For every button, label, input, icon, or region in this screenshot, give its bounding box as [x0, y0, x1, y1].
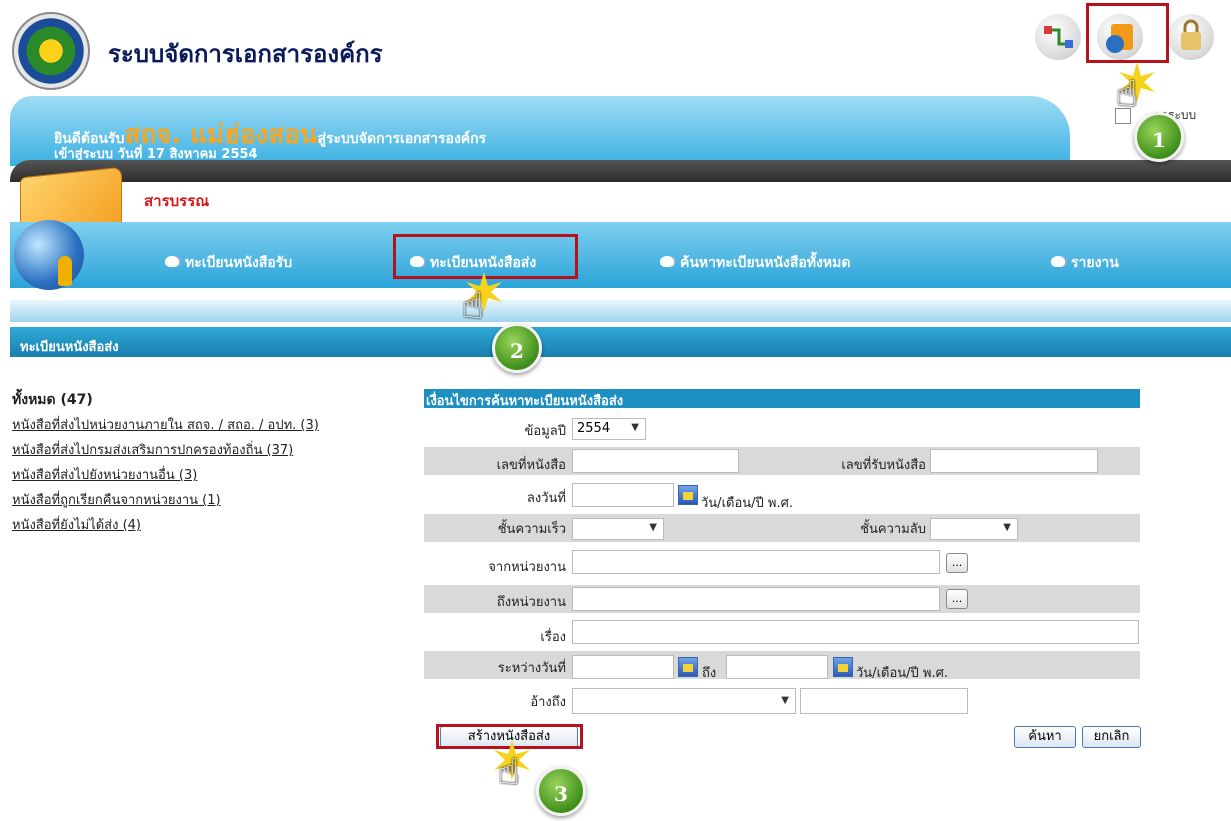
reference-label: อ้างถึง — [530, 695, 566, 710]
calendar-icon[interactable] — [678, 657, 698, 677]
urgency-select[interactable]: ▼ — [572, 518, 664, 540]
subject-label: เรื่อง — [540, 630, 566, 645]
step-badge-3: 3 — [536, 766, 586, 816]
step-badge-1: 1 — [1134, 112, 1184, 162]
chevron-down-icon: ▼ — [649, 522, 657, 533]
step-badge-2: 2 — [492, 323, 542, 373]
search-panel-title: เงื่อนไขการค้นหาทะเบียนหนังสือส่ง — [426, 394, 624, 409]
between-dates-label: ระหว่างวันที่ — [497, 661, 566, 676]
calendar-icon[interactable] — [833, 657, 853, 677]
category-link-internal[interactable]: หนังสือที่ส่งไปหน่วยงานภายใน สถจ. / สถอ.… — [12, 414, 319, 435]
hand-cursor-icon: ☝ — [498, 752, 520, 793]
start-date-input[interactable] — [572, 655, 674, 679]
doc-number-label: เลขที่หนังสือ — [496, 458, 566, 473]
year-label: ข้อมูลปี — [524, 424, 566, 439]
category-link-unsent[interactable]: หนังสือที่ยังไม่ได้ส่ง (4) — [12, 514, 141, 535]
cloud-icon — [165, 256, 179, 267]
secrecy-select[interactable]: ▼ — [930, 518, 1018, 540]
urgency-label: ชั้นความเร็ว — [497, 522, 566, 537]
chevron-down-icon: ▼ — [1003, 522, 1011, 533]
receive-number-input[interactable] — [930, 449, 1098, 473]
search-button[interactable]: ค้นหา — [1014, 726, 1076, 748]
receive-number-label: เลขที่รับหนังสือ — [841, 458, 926, 473]
from-agency-browse-button[interactable]: ... — [946, 553, 968, 573]
nav-report-label: รายงาน — [1071, 255, 1119, 271]
nav-underbar — [10, 300, 1231, 322]
reference-select[interactable]: ▼ — [572, 688, 796, 714]
nav-receive-label: ทะเบียนหนังสือรับ — [185, 255, 293, 271]
from-agency-input[interactable] — [572, 550, 940, 574]
hand-cursor-icon: ☝ — [462, 286, 484, 327]
subject-input[interactable] — [572, 620, 1139, 644]
highlight-box — [1086, 3, 1169, 63]
header-divider-bar — [10, 160, 1231, 182]
globe-icon — [14, 220, 84, 290]
secrecy-label: ชั้นความลับ — [860, 522, 926, 537]
year-select-value: 2554 — [577, 421, 611, 436]
key-lock-icon[interactable] — [1168, 14, 1214, 60]
nav-search-label: ค้นหาทะเบียนหนังสือทั้งหมด — [680, 255, 851, 271]
end-date-input[interactable] — [726, 655, 828, 679]
nav-report[interactable]: รายงาน — [1051, 252, 1119, 274]
category-link-recalled[interactable]: หนังสือที่ถูกเรียกคืนจากหน่วยงาน (1) — [12, 489, 221, 510]
flow-icon[interactable] — [1035, 14, 1081, 60]
section-title: ทะเบียนหนังสือส่ง — [20, 340, 119, 355]
hand-cursor-icon: ☝ — [1116, 74, 1138, 115]
chevron-down-icon: ▼ — [781, 695, 789, 706]
section-header-bar — [10, 327, 1231, 357]
all-documents-count[interactable]: ทั้งหมด (47) — [12, 389, 93, 411]
category-link-dla[interactable]: หนังสือที่ส่งไปกรมส่งเสริมการปกครองท้องถ… — [12, 439, 293, 460]
between-date-format-hint: วัน/เดือน/ปี พ.ศ. — [856, 666, 948, 681]
chevron-down-icon: ▼ — [631, 422, 639, 433]
cloud-icon — [660, 256, 674, 267]
to-date-label: ถึง — [702, 666, 717, 681]
cloud-icon — [1051, 256, 1065, 267]
nav-search-all[interactable]: ค้นหาทะเบียนหนังสือทั้งหมด — [660, 252, 850, 274]
calendar-icon[interactable] — [678, 485, 698, 505]
doc-number-input[interactable] — [572, 449, 739, 473]
organization-seal-logo — [12, 12, 90, 90]
year-select[interactable]: 2554 ▼ — [572, 418, 646, 440]
to-agency-browse-button[interactable]: ... — [946, 589, 968, 609]
cancel-button[interactable]: ยกเลิก — [1082, 726, 1141, 748]
app-title: ระบบจัดการเอกสารองค์กร — [108, 40, 383, 68]
date-input[interactable] — [572, 483, 674, 507]
person-icon — [58, 256, 72, 286]
category-link-other-agency[interactable]: หนังสือที่ส่งไปยังหน่วยงานอื่น (3) — [12, 464, 197, 485]
nav-receive-register[interactable]: ทะเบียนหนังสือรับ — [165, 252, 292, 274]
date-label: ลงวันที่ — [526, 491, 566, 506]
welcome-suffix: สู่ระบบจัดการเอกสารองค์กร — [317, 131, 487, 147]
from-agency-label: จากหน่วยงาน — [488, 560, 566, 575]
reference-input[interactable] — [800, 688, 968, 714]
to-agency-label: ถึงหน่วยงาน — [496, 595, 566, 610]
to-agency-input[interactable] — [572, 587, 940, 611]
date-format-hint: วัน/เดือน/ปี พ.ศ. — [701, 496, 793, 511]
module-title: สารบรรณ — [144, 192, 210, 210]
